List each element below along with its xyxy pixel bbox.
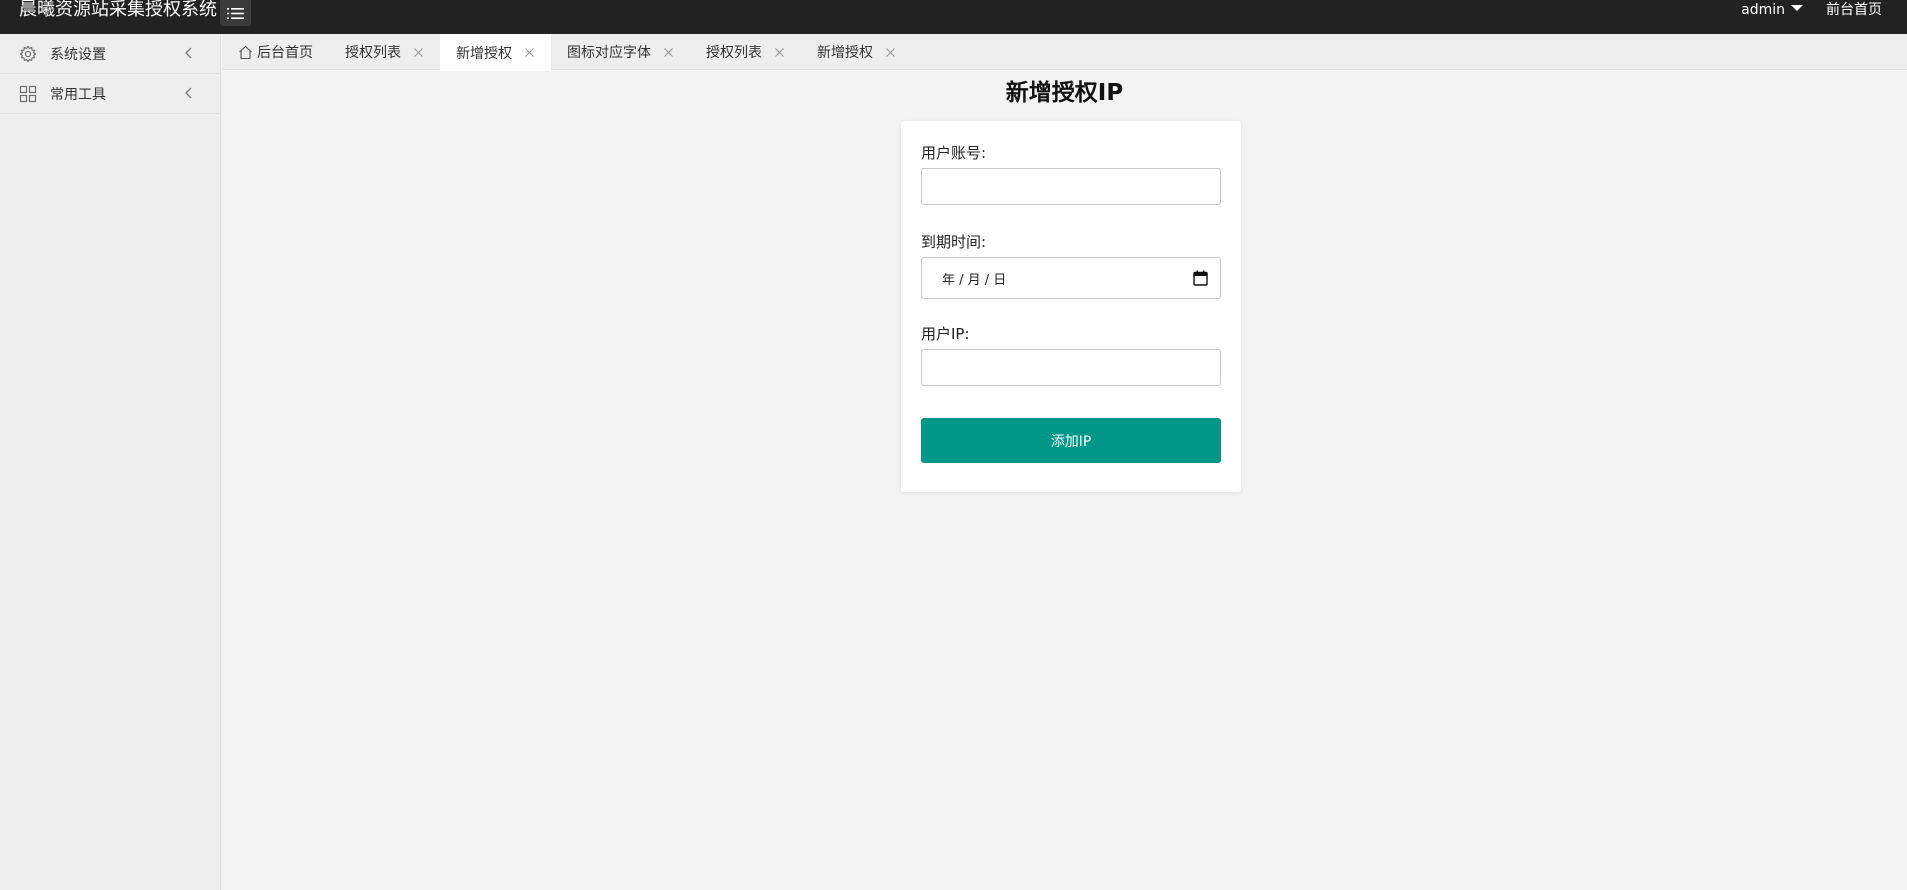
close-icon[interactable] [885, 47, 896, 58]
add-ip-button[interactable]: 添加IP [921, 418, 1221, 463]
date-placeholder: 年 / 月 / 日 [942, 272, 1007, 288]
tab-label: 授权列表 [345, 45, 401, 61]
app-title: 晨曦资源站采集授权系统 [19, 0, 217, 20]
tab-icon-font[interactable]: 图标对应字体 [551, 34, 690, 70]
sidebar-item-common-tools[interactable]: 常用工具 [0, 74, 220, 114]
front-home-link[interactable]: 前台首页 [1826, 0, 1882, 20]
account-input[interactable] [921, 168, 1221, 205]
tab-label: 授权列表 [706, 45, 762, 61]
tab-label: 后台首页 [257, 45, 313, 61]
grid-icon [19, 85, 37, 103]
tab-label: 新增授权 [456, 45, 512, 62]
sidebar-item-label: 常用工具 [50, 86, 106, 103]
page-title: 新增授权IP [1005, 80, 1124, 106]
expire-label: 到期时间: [921, 233, 987, 251]
close-icon[interactable] [524, 47, 535, 58]
list-icon [227, 7, 244, 19]
gear-icon [19, 45, 37, 63]
close-icon[interactable] [663, 47, 674, 58]
tab-bar: 后台首页 授权列表 新增授权 图标对应字体 授权列表 新增授权 [222, 34, 1907, 71]
tab-label: 新增授权 [817, 45, 873, 61]
tab-auth-list[interactable]: 授权列表 [329, 34, 440, 70]
expire-date-input[interactable]: 年 / 月 / 日 [921, 257, 1221, 299]
sidebar: 系统设置 常用工具 [0, 34, 221, 890]
calendar-icon[interactable] [1193, 270, 1208, 286]
close-icon[interactable] [774, 47, 785, 58]
tab-dashboard[interactable]: 后台首页 [222, 34, 329, 70]
main-content: 新增授权IP 用户账号: 到期时间: 年 / 月 / 日 用户IP: 添加IP [222, 71, 1907, 890]
tab-label: 图标对应字体 [567, 45, 651, 61]
top-header: 晨曦资源站采集授权系统 admin 前台首页 [0, 0, 1907, 34]
close-icon[interactable] [413, 47, 424, 58]
caret-down-icon [1791, 5, 1803, 11]
home-icon [239, 45, 252, 59]
tab-add-auth-2[interactable]: 新增授权 [801, 34, 912, 70]
sidebar-item-system-settings[interactable]: 系统设置 [0, 34, 220, 74]
tab-auth-list-2[interactable]: 授权列表 [690, 34, 801, 70]
sidebar-item-label: 系统设置 [50, 46, 106, 63]
chevron-left-icon [185, 47, 192, 59]
user-menu[interactable]: admin [1741, 0, 1803, 20]
menu-toggle-button[interactable] [220, 0, 251, 26]
user-name: admin [1741, 2, 1785, 18]
tab-add-auth[interactable]: 新增授权 [440, 34, 551, 71]
account-label: 用户账号: [921, 144, 987, 162]
ip-label: 用户IP: [921, 325, 970, 343]
add-ip-form: 用户账号: 到期时间: 年 / 月 / 日 用户IP: 添加IP [901, 121, 1241, 492]
ip-input[interactable] [921, 349, 1221, 386]
chevron-left-icon [185, 87, 192, 99]
